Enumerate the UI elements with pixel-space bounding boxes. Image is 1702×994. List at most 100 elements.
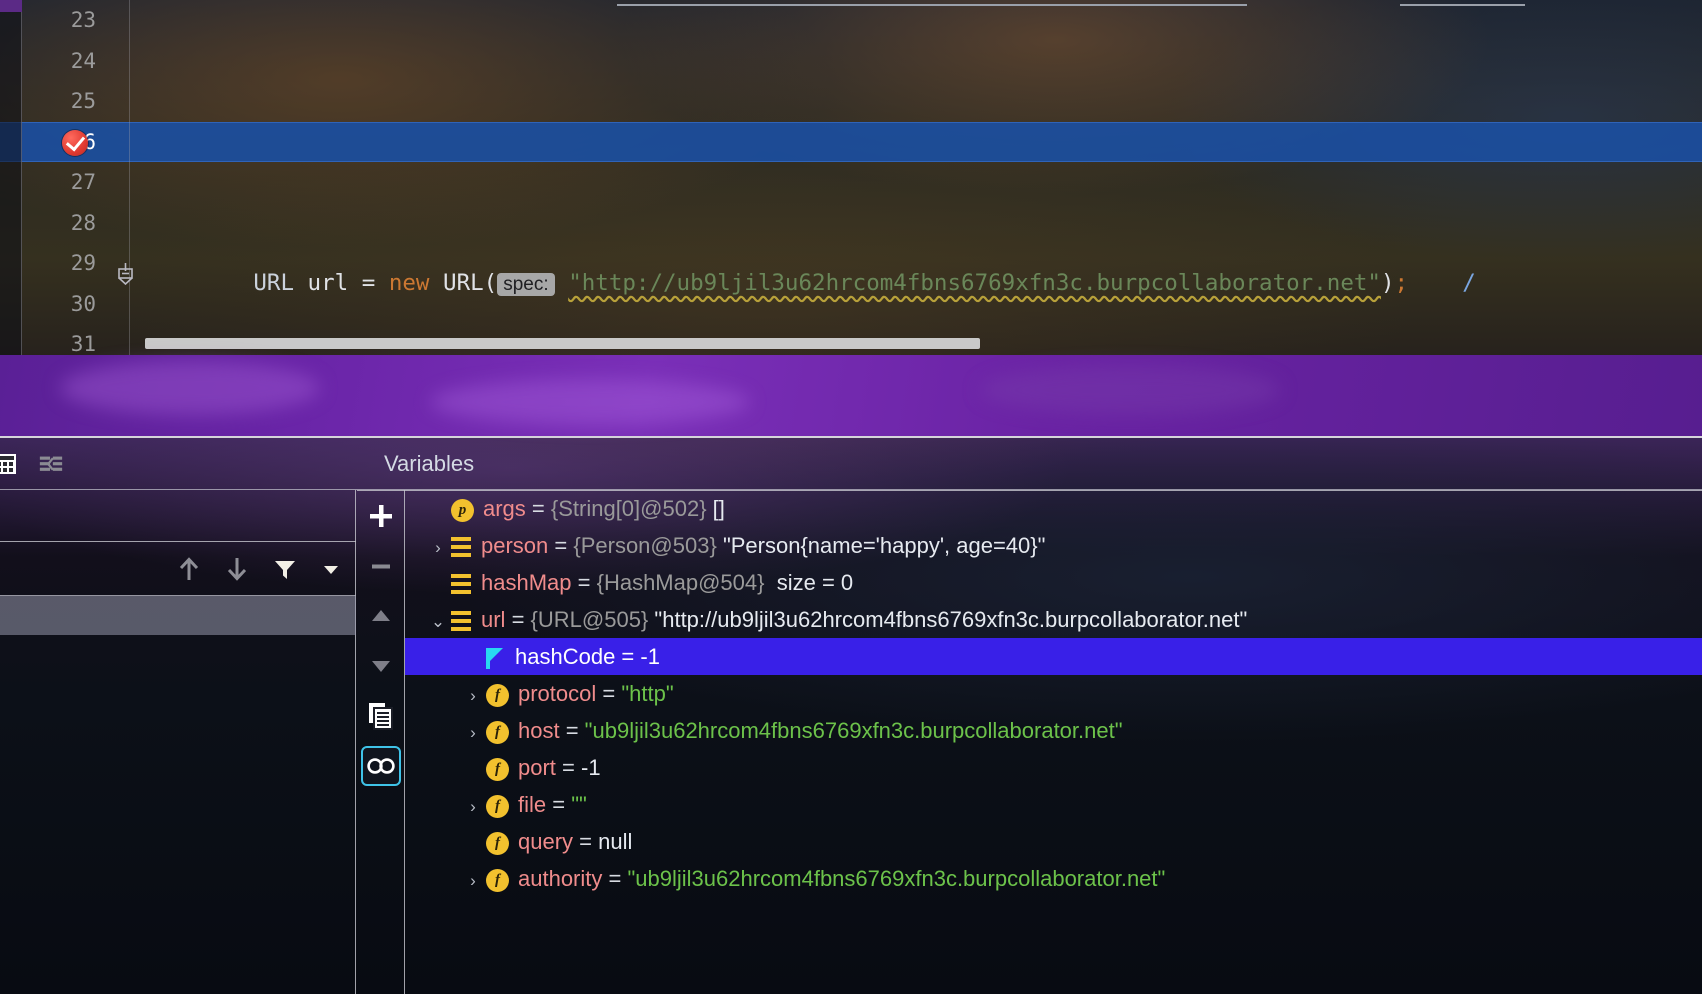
variables-title: Variables xyxy=(384,451,475,476)
variable-name: hashMap xyxy=(481,570,572,595)
variable-row-file[interactable]: › f file = "" xyxy=(405,786,1702,823)
code-content[interactable]: URL url = new URL(spec: "http://ub9ljil3… xyxy=(131,0,1702,355)
variable-equals: = xyxy=(555,755,581,780)
variable-row-hashmap[interactable]: hashMap = {HashMap@504} size = 0 xyxy=(405,564,1702,601)
frames-icon[interactable] xyxy=(0,451,18,477)
move-down-button[interactable] xyxy=(222,555,252,583)
code-line-25[interactable]: URL url = new URL(spec: "http://ub9ljil3… xyxy=(131,263,1702,304)
add-watch-button[interactable] xyxy=(363,498,399,534)
variable-value: "ub9ljil3u62hrcom4fbns6769xfn3c.burpcoll… xyxy=(627,866,1166,891)
token-ctor: URL( xyxy=(429,270,498,296)
field-flag-icon xyxy=(486,647,505,669)
variable-name: authority xyxy=(518,866,603,891)
variable-row-port[interactable]: f port = -1 xyxy=(405,749,1702,786)
field-badge-icon: f xyxy=(486,757,509,781)
variable-equals: = xyxy=(571,570,597,595)
move-up-button[interactable] xyxy=(174,555,204,583)
variables-header: Variables xyxy=(357,438,1702,490)
inspect-icon[interactable] xyxy=(361,746,401,786)
line-number: 29 xyxy=(70,251,96,275)
twisty-icon[interactable]: › xyxy=(425,529,451,566)
variable-type: {URL@505} xyxy=(530,607,649,632)
remove-watch-button[interactable] xyxy=(363,548,399,584)
variable-row-person[interactable]: › person = {Person@503} "Person{name='hap… xyxy=(405,527,1702,564)
variable-name: person xyxy=(481,533,549,558)
variables-toolbar xyxy=(357,490,405,994)
variables-tree[interactable]: p args = {String[0]@502} [] › person = {Pe… xyxy=(405,490,1702,994)
move-watch-down-button[interactable] xyxy=(363,648,399,684)
variable-name: url xyxy=(481,607,506,632)
line-number: 30 xyxy=(70,291,96,316)
variable-value: "http" xyxy=(621,681,674,706)
variable-name: query xyxy=(518,829,574,854)
field-badge-icon: f xyxy=(486,720,509,744)
line-number: 31 xyxy=(70,332,96,355)
twisty-icon[interactable]: › xyxy=(460,788,486,825)
token-equals: = xyxy=(361,270,389,296)
variable-name: host xyxy=(518,718,560,743)
object-badge-icon xyxy=(451,536,471,558)
variable-type: {HashMap@504} xyxy=(596,570,765,595)
code-editor[interactable]: 23 24 25 26 27 28 29 30 31 xyxy=(0,0,1702,355)
variable-row-args[interactable]: p args = {String[0]@502} [] xyxy=(405,490,1702,527)
field-badge-icon: f xyxy=(486,683,509,707)
token-new-keyword: new xyxy=(388,270,430,296)
twisty-icon[interactable]: ⌄ xyxy=(425,603,451,640)
debug-tool-window: Variables p args = {String[0]@502} [] › pe… xyxy=(0,438,1702,994)
token-varname: url xyxy=(294,270,362,296)
filter-icon[interactable] xyxy=(270,555,300,583)
variable-name: args xyxy=(483,496,526,521)
threads-icon[interactable] xyxy=(38,451,64,477)
variable-row-host[interactable]: › f host = "ub9ljil3u62hrcom4fbns6769xfn3c… xyxy=(405,712,1702,749)
variable-equals: = xyxy=(548,533,574,558)
editor-horizontal-scrollbar[interactable] xyxy=(145,338,980,349)
frames-pane-header xyxy=(0,490,356,542)
field-badge-icon: f xyxy=(486,831,509,855)
twisty-icon[interactable]: › xyxy=(460,677,486,714)
variable-row-hashcode[interactable]: hashCode = -1 xyxy=(405,638,1702,675)
variable-equals: = xyxy=(525,496,551,521)
move-watch-up-button[interactable] xyxy=(363,598,399,634)
variable-equals: = xyxy=(546,792,572,817)
frame-list-selected-row[interactable] xyxy=(0,595,356,635)
variable-name: hashCode xyxy=(515,644,616,669)
variable-value: "Person{name='happy', age=40}" xyxy=(722,533,1046,558)
variable-type: {String[0]@502} xyxy=(550,496,707,521)
token-close-paren: ) xyxy=(1380,270,1395,296)
twisty-icon[interactable]: › xyxy=(460,714,486,751)
variable-equals: = xyxy=(596,681,622,706)
window-separator-band xyxy=(0,355,1702,438)
variable-equals: = xyxy=(559,718,585,743)
chevron-down-icon[interactable] xyxy=(316,555,346,583)
token-trailing-comment: / xyxy=(1462,270,1476,296)
variable-value: null xyxy=(598,829,633,854)
line-number: 25 xyxy=(70,89,96,113)
parameter-hint-chip: spec: xyxy=(497,273,555,296)
variable-value: -1 xyxy=(581,755,601,780)
variable-row-query[interactable]: f query = null xyxy=(405,823,1702,860)
variable-equals: = xyxy=(615,644,641,669)
copy-icon[interactable] xyxy=(363,698,399,734)
variable-row-authority[interactable]: › f authority = "ub9ljil3u62hrcom4fbns6769… xyxy=(405,860,1702,897)
frames-pane[interactable] xyxy=(0,490,356,994)
variable-value: "ub9ljil3u62hrcom4fbns6769xfn3c.burpcoll… xyxy=(584,718,1123,743)
variable-value: "http://ub9ljil3u62hrcom4fbns6769xfn3c.b… xyxy=(654,607,1248,632)
variable-equals: = xyxy=(602,866,628,891)
token-semicolon: ; xyxy=(1394,270,1409,296)
variable-name: protocol xyxy=(518,681,597,706)
line-number-ruler: 23 24 25 26 27 28 29 30 31 xyxy=(22,0,108,355)
object-badge-icon xyxy=(451,610,471,632)
variable-equals: = xyxy=(573,829,599,854)
variable-name: port xyxy=(518,755,556,780)
variable-value: size = 0 xyxy=(776,570,854,595)
breakpoint-icon[interactable] xyxy=(62,130,88,156)
variable-row-url[interactable]: ⌄ url = {URL@505} "http://ub9ljil3u62hrco… xyxy=(405,601,1702,638)
variable-type: {Person@503} xyxy=(573,533,717,558)
variable-row-protocol[interactable]: › f protocol = "http" xyxy=(405,675,1702,712)
ide-window: 23 24 25 26 27 28 29 30 31 xyxy=(0,0,1702,994)
field-badge-icon: f xyxy=(486,794,509,818)
variable-value: "" xyxy=(571,792,587,817)
twisty-icon[interactable]: › xyxy=(460,862,486,899)
object-badge-icon xyxy=(451,573,471,595)
